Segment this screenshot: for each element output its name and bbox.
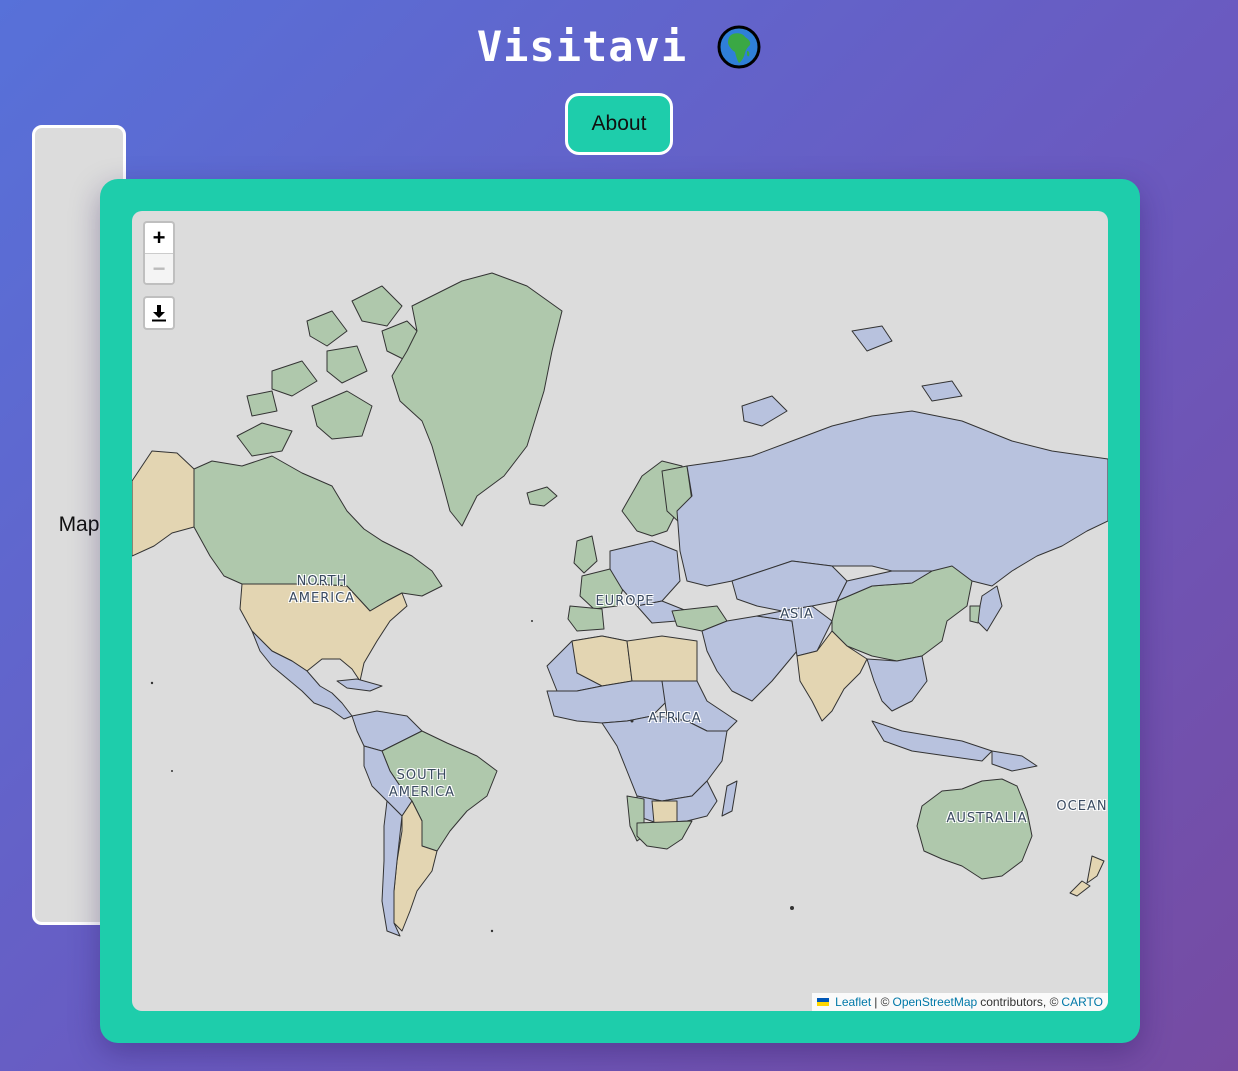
main-nav: Map About [0,93,1238,925]
label-south-america-line1: SOUTH [396,768,448,783]
attribution-sep: | © [874,995,890,1009]
zoom-control: + − [143,221,175,285]
label-europe: EUROPE [595,594,655,609]
carto-link[interactable]: CARTO [1061,995,1103,1009]
country-japan [976,585,1003,632]
country-russia [676,410,1108,587]
country-indonesia [871,720,993,762]
country-new-zealand [1069,855,1105,897]
label-africa: AFRICA [648,711,702,726]
country-korea [969,605,981,624]
label-south-america: SOUTH AMERICA [382,767,462,801]
leaflet-link[interactable]: Leaflet [835,995,871,1009]
label-south-america-line2: AMERICA [388,785,456,800]
country-madagascar [721,780,738,817]
russia-north-islands [741,325,963,427]
label-north-america: NORTH AMERICA [282,573,362,607]
download-icon [152,305,166,322]
map-attribution: Leaflet | © OpenStreetMap contributors, … [812,993,1108,1011]
label-north-america-line1: NORTH [296,574,348,589]
ukraine-flag-icon [817,998,830,1006]
country-greenland [391,272,563,527]
country-new-guinea [991,750,1038,772]
country-cuba [336,678,383,692]
country-southeast-asia [866,655,928,712]
label-australia: AUSTRALIA [946,811,1028,826]
attribution-contributors: contributors, © [980,995,1059,1009]
label-ocean: OCEAN [1056,799,1108,814]
world-map-layer[interactable] [132,211,1108,1011]
zoom-in-button[interactable]: + [145,223,173,253]
country-libya-egypt [626,635,698,682]
globe-icon [717,25,761,68]
country-uk [573,535,598,574]
world-map[interactable]: NORTH AMERICA SOUTH AMERICA EUROPE ASIA … [132,211,1108,1011]
country-south-africa [636,820,693,850]
country-alaska [132,450,195,557]
label-asia: ASIA [780,607,814,622]
country-botswana [651,800,678,824]
country-middle-east [701,615,798,702]
header: Visitavi [0,22,1238,71]
osm-link[interactable]: OpenStreetMap [892,995,977,1009]
zoom-out-button[interactable]: − [145,253,173,283]
app-title: Visitavi [476,22,688,71]
download-button[interactable] [143,296,175,330]
about-nav-button[interactable]: About [565,93,673,155]
country-australia [916,778,1033,880]
country-iceland [526,486,558,507]
map-panel: NORTH AMERICA SOUTH AMERICA EUROPE ASIA … [100,179,1140,1043]
label-north-america-line2: AMERICA [288,591,356,606]
